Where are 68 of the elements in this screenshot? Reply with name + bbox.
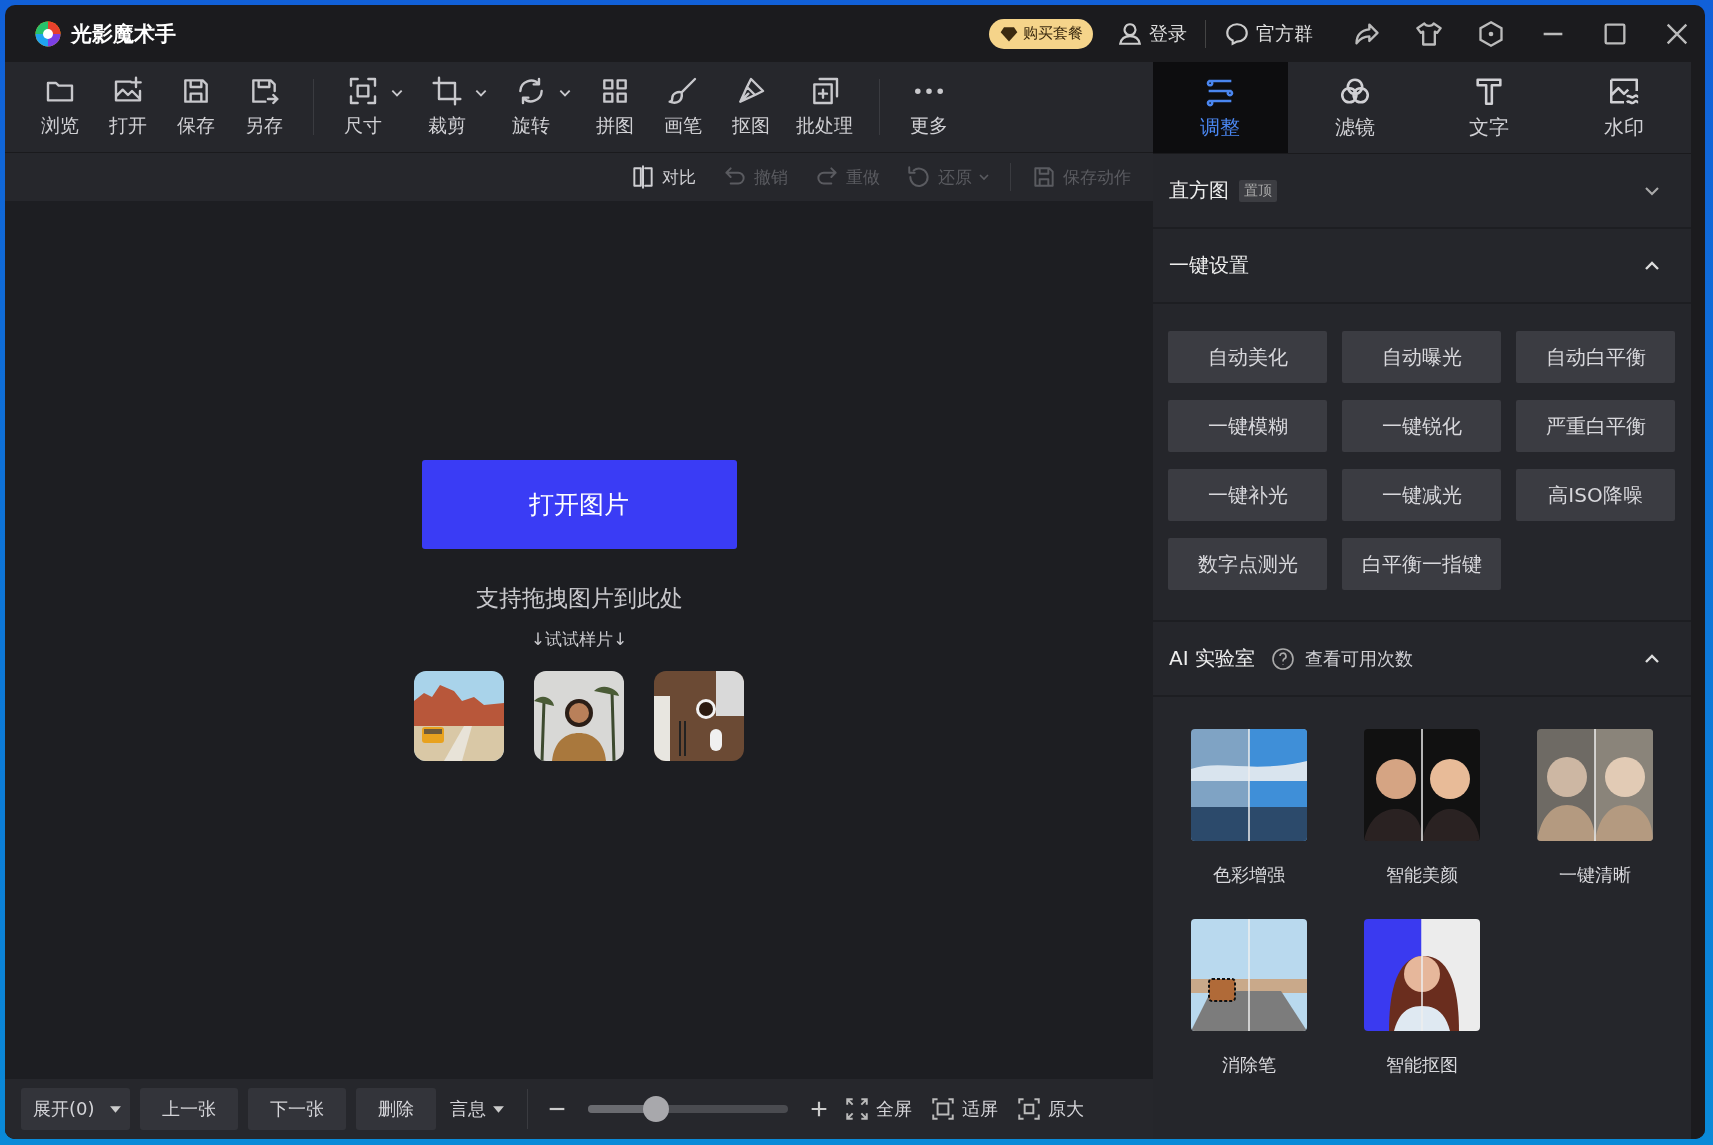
restore-icon xyxy=(906,164,932,190)
preset-button[interactable]: 自动美化 xyxy=(1168,331,1327,383)
delete-button[interactable]: 删除 xyxy=(355,1088,436,1130)
group-chat-button[interactable]: 官方群 xyxy=(1218,20,1319,47)
toolbar-button[interactable]: 批处理 xyxy=(788,71,861,143)
tool-label[interactable]: 智能美颜 xyxy=(1386,863,1458,887)
section-title: AI 实验室 xyxy=(1169,645,1255,672)
frame-icon xyxy=(347,75,379,107)
preset-button[interactable]: 一键补光 xyxy=(1168,469,1327,521)
previous-button[interactable]: 上一张 xyxy=(139,1088,238,1130)
info-dropdown[interactable]: 言息 xyxy=(445,1097,509,1121)
split-view-icon xyxy=(630,164,656,190)
app-title: 光影魔术手 xyxy=(71,20,176,48)
preset-button[interactable]: 严重白平衡 xyxy=(1516,400,1675,452)
samples-label: ↓试试样片↓ xyxy=(530,628,628,651)
toolbar-button[interactable]: 画笔 xyxy=(652,71,714,143)
login-button[interactable]: 登录 xyxy=(1111,20,1193,47)
toolbar-button[interactable]: 浏览 xyxy=(29,71,91,143)
preset-button[interactable]: 一键模糊 xyxy=(1168,400,1327,452)
fullscreen-icon xyxy=(843,1096,870,1122)
toolbar-button[interactable]: 尺寸 xyxy=(332,71,394,143)
preset-button[interactable]: 一键锐化 xyxy=(1342,400,1501,452)
user-icon xyxy=(1117,20,1143,47)
tool-label[interactable]: 色彩增强 xyxy=(1213,863,1286,887)
toolbar-button[interactable]: 旋转 xyxy=(500,71,562,143)
purchase-button[interactable]: 购买套餐 xyxy=(989,18,1093,49)
tool-label[interactable]: 智能抠图 xyxy=(1386,1053,1458,1077)
fit-screen-button[interactable]: 适屏 xyxy=(925,1096,1002,1122)
zoom-slider[interactable] xyxy=(587,1096,788,1122)
toolbar-button[interactable]: 更多 xyxy=(898,71,960,143)
fit-screen-icon xyxy=(929,1096,956,1122)
toolbar-button[interactable]: 抠图 xyxy=(720,71,782,143)
toolbar-button[interactable]: 保存 xyxy=(165,71,227,143)
next-button[interactable]: 下一张 xyxy=(247,1088,346,1130)
frame-icon xyxy=(1015,1096,1042,1122)
usage-link[interactable]: 查看可用次数 xyxy=(1304,646,1413,671)
toolbar-button[interactable]: 打开 xyxy=(97,71,159,143)
preset-button[interactable]: 高ISO降噪 xyxy=(1516,469,1675,521)
toolbar-button[interactable]: 拼图 xyxy=(584,71,646,143)
shirt-icon[interactable] xyxy=(1415,19,1443,48)
pin-badge[interactable]: 置顶 xyxy=(1239,179,1277,202)
brush-icon xyxy=(667,75,699,107)
original-size-button[interactable]: 原大 xyxy=(1011,1096,1088,1122)
help-icon[interactable] xyxy=(1270,646,1295,671)
action-button[interactable]: 对比 xyxy=(624,163,702,191)
toolbar-button[interactable]: 裁剪 xyxy=(416,71,478,143)
panel-tab[interactable]: 水印 xyxy=(1556,62,1691,153)
preset-button[interactable]: 一键减光 xyxy=(1342,469,1501,521)
settings-icon[interactable] xyxy=(1477,19,1505,48)
section-title: 直方图 xyxy=(1169,177,1229,204)
expand-dropdown[interactable]: 展开(0) xyxy=(21,1088,130,1130)
preset-button[interactable]: 白平衡一指键 xyxy=(1342,538,1501,590)
fullscreen-button[interactable]: 全屏 xyxy=(839,1096,916,1122)
tool-label[interactable]: 一键清晰 xyxy=(1558,863,1631,887)
crop-icon xyxy=(431,75,463,107)
chat-bubble-icon xyxy=(1224,20,1250,47)
drop-hint: 支持拖拽图片到此处 xyxy=(475,584,683,613)
panel-tab[interactable]: 滤镜 xyxy=(1287,62,1422,153)
more-icon xyxy=(913,87,945,95)
preset-button[interactable]: 自动曝光 xyxy=(1342,331,1501,383)
panel-tab[interactable]: 调整 xyxy=(1153,62,1288,153)
panel-tab[interactable]: 文字 xyxy=(1422,62,1557,153)
preset-button[interactable]: 数字点测光 xyxy=(1168,538,1327,590)
tool-label[interactable]: 消除笔 xyxy=(1222,1053,1277,1077)
section-title: 一键设置 xyxy=(1169,252,1249,279)
open-image-button[interactable]: 打开图片 xyxy=(421,460,737,549)
preset-button[interactable]: 自动白平衡 xyxy=(1516,331,1675,383)
toolbar-button[interactable]: 另存 xyxy=(233,71,295,143)
